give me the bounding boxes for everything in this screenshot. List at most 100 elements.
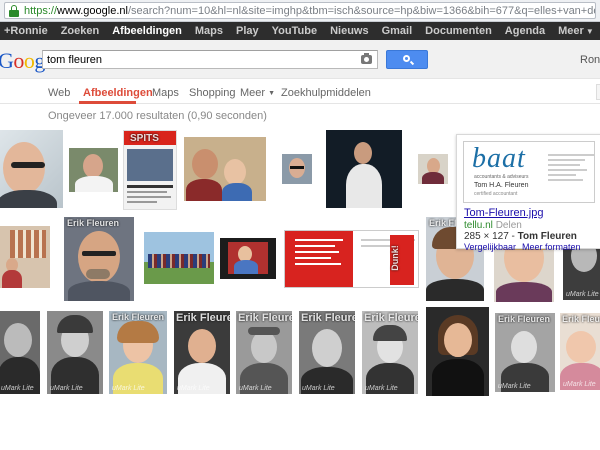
browser-toolbar: https://www.google.nl/search?num=10&hl=n… bbox=[0, 0, 600, 22]
dimensions-name: Tom Fleuren bbox=[517, 231, 577, 242]
settings-button[interactable] bbox=[596, 84, 600, 100]
gbar-item-agenda[interactable]: Agenda bbox=[505, 25, 545, 37]
image-watermark: uMark Lite bbox=[1, 385, 34, 392]
search-button[interactable] bbox=[386, 50, 428, 69]
logo-letter: G bbox=[0, 48, 14, 73]
image-result[interactable]: SPITS bbox=[123, 130, 177, 210]
url-host: www.google.nl bbox=[57, 4, 128, 17]
gbar-item-play[interactable]: Play bbox=[236, 25, 259, 37]
image-result[interactable]: uMark Lite bbox=[0, 311, 40, 394]
gbar-meer-label: Meer bbox=[558, 25, 584, 37]
image-watermark: uMark Lite bbox=[566, 291, 599, 298]
more-sizes-link[interactable]: Meer formaten bbox=[522, 242, 581, 252]
image-result[interactable] bbox=[69, 148, 118, 192]
image-result[interactable] bbox=[184, 137, 266, 201]
camera-icon[interactable] bbox=[361, 53, 372, 64]
image-watermark: uMark Lite bbox=[177, 385, 210, 392]
gbar-item-ronnie[interactable]: +Ronnie bbox=[4, 25, 48, 37]
search-tabs: Web Afbeeldingen Maps Shopping Meer ▼ Zoe… bbox=[0, 79, 600, 104]
baat-tagline: accountants & adviseurs bbox=[474, 174, 529, 180]
gbar-item-nieuws[interactable]: Nieuws bbox=[330, 25, 369, 37]
search-header: Google Ronnie bbox=[0, 40, 600, 79]
image-result[interactable]: Erik Fleuren bbox=[64, 217, 134, 301]
preview-source: tellu.nl Delen bbox=[464, 220, 522, 231]
tab-afbeeldingen[interactable]: Afbeeldingen bbox=[83, 87, 153, 99]
image-result[interactable] bbox=[418, 154, 448, 184]
user-name[interactable]: Ronnie bbox=[580, 54, 600, 66]
image-result[interactable]: Erik Fleuren uMark Lite bbox=[109, 311, 167, 394]
preview-links: Vergelijkbaar Meer formaten bbox=[464, 242, 587, 252]
card-name: Tom H.A. Fleuren bbox=[474, 182, 529, 189]
image-watermark: uMark Lite bbox=[50, 385, 83, 392]
google-bar: +Ronnie Zoeken Afbeeldingen Maps Play Yo… bbox=[0, 22, 600, 40]
address-bar[interactable]: https://www.google.nl/search?num=10&hl=n… bbox=[4, 2, 596, 19]
search-icon bbox=[403, 55, 410, 62]
caret-down-icon: ▼ bbox=[268, 90, 275, 97]
gbar-item-youtube[interactable]: YouTube bbox=[272, 25, 317, 37]
result-stats: Ongeveer 17.000 resultaten (0,90 seconde… bbox=[48, 110, 267, 122]
image-preview-panel: baat accountants & adviseurs Tom H.A. Fl… bbox=[456, 134, 600, 252]
image-result[interactable] bbox=[220, 238, 276, 279]
share-link[interactable]: Delen bbox=[496, 220, 522, 231]
image-result[interactable] bbox=[426, 307, 489, 396]
image-label: Erik Fleuren bbox=[301, 312, 355, 324]
tab-maps[interactable]: Maps bbox=[152, 87, 179, 99]
preview-image[interactable]: baat accountants & adviseurs Tom H.A. Fl… bbox=[463, 141, 595, 203]
image-label: Erik Fleuren bbox=[176, 312, 230, 324]
image-result[interactable] bbox=[282, 154, 312, 184]
tab-shopping[interactable]: Shopping bbox=[189, 87, 236, 99]
image-watermark: uMark Lite bbox=[239, 385, 272, 392]
image-watermark: uMark Lite bbox=[498, 383, 531, 390]
image-watermark: uMark Lite bbox=[365, 385, 398, 392]
newspaper-title: SPITS bbox=[130, 133, 159, 144]
dunk-logo-text: Dunk! bbox=[389, 245, 400, 271]
baat-logo: baat bbox=[472, 143, 526, 174]
image-label: Erik Fleuren bbox=[238, 312, 292, 324]
logo-letter: o bbox=[13, 48, 24, 73]
gbar-item-documenten[interactable]: Documenten bbox=[425, 25, 492, 37]
preview-title-link[interactable]: Tom-Fleuren.jpg bbox=[464, 207, 543, 219]
url-scheme: https:// bbox=[24, 4, 58, 17]
card-address-block bbox=[548, 152, 594, 181]
image-label: Erik Fleuren bbox=[67, 218, 120, 228]
dimensions-separator: - bbox=[508, 231, 518, 242]
dimensions-value: 285 × 127 bbox=[464, 231, 509, 242]
tab-zoekhulpmiddelen[interactable]: Zoekhulpmiddelen bbox=[281, 87, 371, 99]
image-result[interactable]: Erik Fleuren uMark Lite bbox=[362, 311, 418, 394]
gbar-item-meer[interactable]: Meer ▼ bbox=[558, 25, 594, 37]
image-result[interactable]: Dunk! bbox=[284, 230, 419, 288]
caret-down-icon: ▼ bbox=[585, 27, 594, 36]
image-result[interactable] bbox=[0, 130, 63, 208]
tab-meer-label: Meer bbox=[240, 87, 266, 99]
image-watermark: uMark Lite bbox=[112, 385, 145, 392]
source-domain[interactable]: tellu.nl bbox=[464, 220, 493, 231]
search-box bbox=[42, 50, 378, 69]
gbar-item-zoeken[interactable]: Zoeken bbox=[61, 25, 100, 37]
gbar-item-maps[interactable]: Maps bbox=[195, 25, 223, 37]
preview-dimensions: 285 × 127 - Tom Fleuren bbox=[464, 231, 577, 242]
gbar-item-gmail[interactable]: Gmail bbox=[382, 25, 413, 37]
logo-letter: o bbox=[23, 48, 35, 73]
image-result[interactable]: Erik Fleuren uMark Lite bbox=[495, 313, 555, 392]
image-label: Erik Fleuren bbox=[498, 314, 551, 324]
tab-web[interactable]: Web bbox=[48, 87, 70, 99]
image-watermark: uMark Lite bbox=[302, 385, 335, 392]
image-result[interactable]: Erik Fleuren uMark Lite bbox=[299, 311, 355, 394]
search-icon-handle bbox=[409, 60, 415, 66]
search-input[interactable] bbox=[47, 51, 347, 68]
image-result[interactable]: Erik Fleuren uMark Lite bbox=[236, 311, 292, 394]
image-result[interactable]: Erik Fleuren uMark Lite bbox=[560, 313, 600, 390]
image-label: Erik Fleuren bbox=[562, 314, 600, 324]
similar-images-link[interactable]: Vergelijkbaar bbox=[464, 242, 516, 252]
url-path: /search?num=10&hl=nl&site=imghp&tbm=isch… bbox=[127, 4, 596, 17]
image-result[interactable] bbox=[0, 226, 50, 288]
active-tab-indicator bbox=[79, 101, 136, 104]
image-label: Erik Fleuren bbox=[364, 312, 418, 324]
image-result[interactable] bbox=[326, 130, 402, 208]
image-result[interactable]: uMark Lite bbox=[47, 311, 103, 394]
gbar-item-afbeeldingen[interactable]: Afbeeldingen bbox=[112, 25, 182, 37]
tab-meer[interactable]: Meer ▼ bbox=[240, 87, 275, 99]
image-result[interactable] bbox=[144, 232, 214, 284]
image-result[interactable]: Erik Fleuren uMark Lite bbox=[174, 311, 230, 394]
lock-icon bbox=[8, 4, 20, 17]
